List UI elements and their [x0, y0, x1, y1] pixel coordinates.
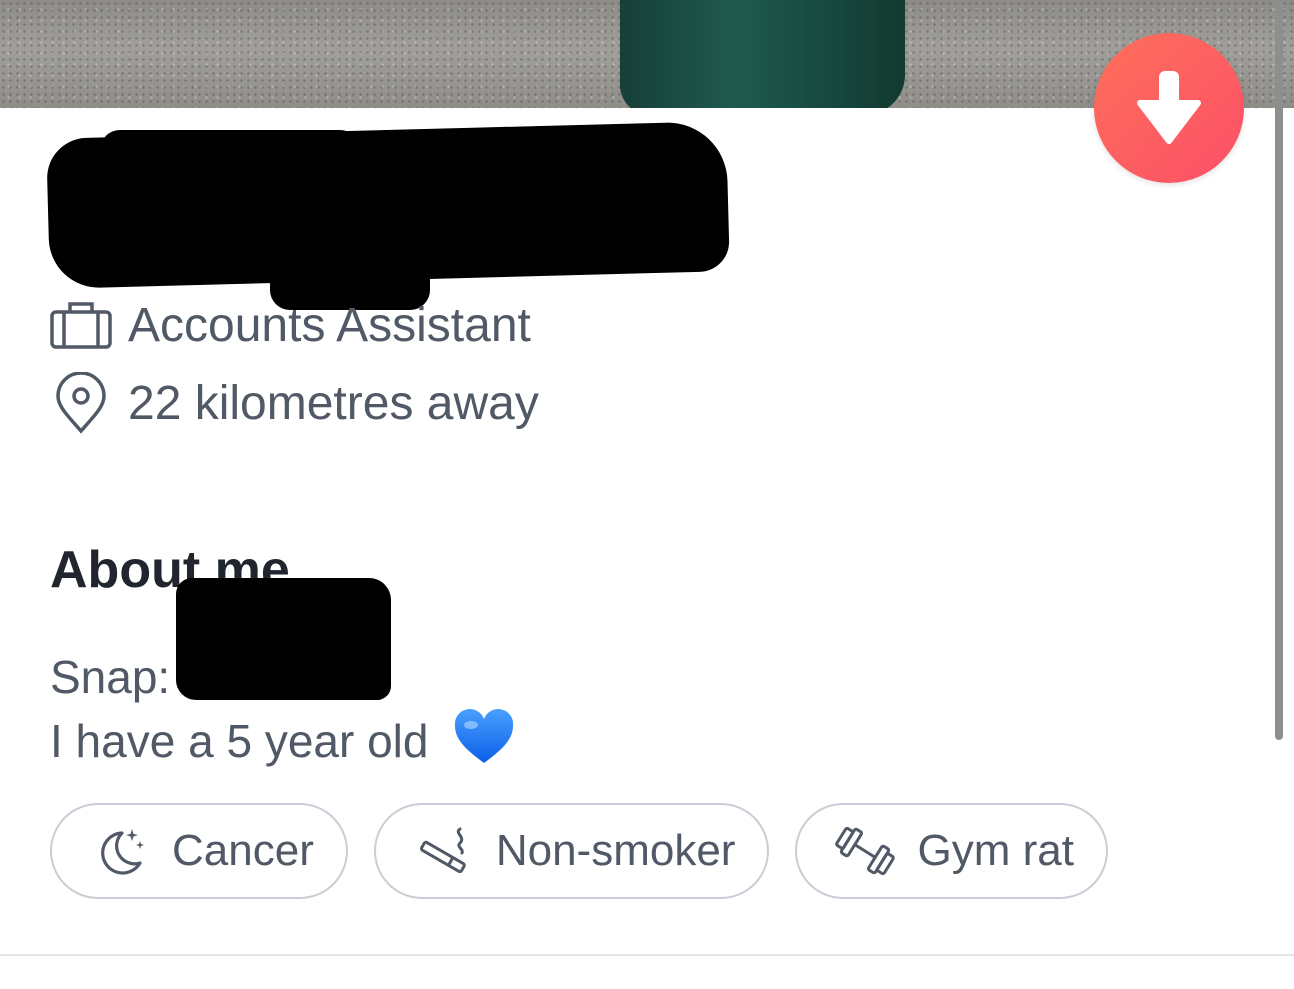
chip-gym-rat[interactable]: Gym rat: [795, 803, 1108, 899]
moon-stars-icon: [90, 821, 150, 881]
photo-subject: [620, 0, 905, 108]
next-section: [0, 956, 1294, 989]
redacted-snap-handle: [176, 578, 391, 700]
chip-non-smoker[interactable]: Non-smoker: [373, 803, 770, 899]
chip-label: Non-smoker: [495, 826, 736, 875]
scrollbar[interactable]: [1275, 0, 1283, 740]
job-title: Accounts Assistant: [128, 298, 531, 352]
cigarette-icon: [414, 821, 474, 881]
arrow-down-icon: [1137, 71, 1201, 144]
bio-line-text: I have a 5 year old: [50, 715, 429, 768]
job-row: Accounts Assistant: [50, 294, 531, 356]
dumbbell-icon: [835, 821, 896, 881]
chip-cancer[interactable]: Cancer: [50, 803, 348, 899]
distance-text: 22 kilometres away: [128, 376, 539, 430]
snap-label: Snap:: [50, 651, 171, 703]
tag-chips: Cancer Non-smoker Gym rat: [50, 803, 1134, 899]
location-pin-icon: [50, 372, 112, 434]
redacted-name-edge: [100, 130, 360, 180]
briefcase-icon: [50, 294, 112, 356]
collapse-profile-button[interactable]: [1094, 33, 1244, 183]
blue-heart-emoji-icon: [453, 709, 515, 781]
chip-label: Gym rat: [917, 826, 1074, 875]
chip-label: Cancer: [172, 826, 314, 875]
bio-line: I have a 5 year old: [50, 709, 515, 781]
distance-row: 22 kilometres away: [50, 372, 539, 434]
